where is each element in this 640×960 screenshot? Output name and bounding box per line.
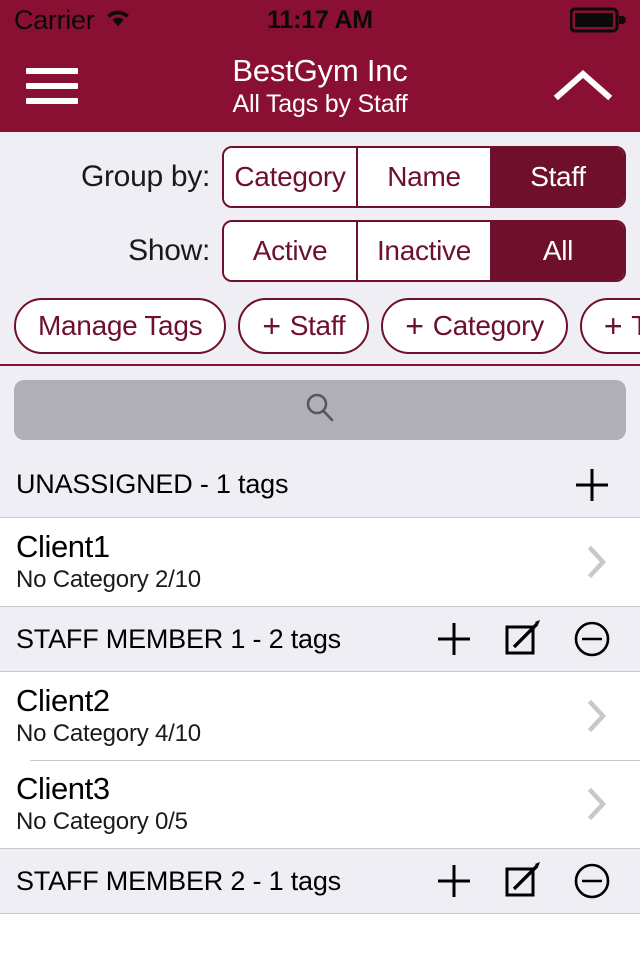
segment-group-by-name[interactable]: Name xyxy=(356,148,490,206)
hamburger-bar xyxy=(26,68,78,74)
segment-show-active[interactable]: Active xyxy=(224,222,356,280)
show-row: Show: Active Inactive All xyxy=(0,214,640,288)
row-subtitle: No Category 2/10 xyxy=(16,566,201,594)
hamburger-bar xyxy=(26,98,78,104)
app-root: Carrier 11:17 AM BestGym Inc All Tags by… xyxy=(0,0,640,960)
row-text: Client1 No Category 2/10 xyxy=(16,529,201,594)
plus-icon: + xyxy=(603,308,623,344)
status-bar: Carrier 11:17 AM xyxy=(0,0,640,40)
action-pill-row: Manage Tags + Staff + Category + Tag xyxy=(0,288,640,364)
show-segmented-control[interactable]: Active Inactive All xyxy=(222,220,626,282)
segment-group-by-category[interactable]: Category xyxy=(224,148,356,206)
section-actions xyxy=(570,463,626,507)
segment-group-by-staff[interactable]: Staff xyxy=(490,148,624,206)
group-by-segmented-control[interactable]: Category Name Staff xyxy=(222,146,626,208)
section-header-staff-member-2: STAFF MEMBER 2 - 1 tags xyxy=(0,848,640,914)
tag-list: UNASSIGNED - 1 tags Client1 No Category … xyxy=(0,452,640,960)
chevron-right-icon xyxy=(586,784,624,824)
show-label: Show: xyxy=(128,234,210,267)
chevron-right-icon xyxy=(586,696,624,736)
table-row[interactable]: Client1 No Category 2/10 xyxy=(0,518,640,606)
add-icon[interactable] xyxy=(432,617,476,661)
add-tag-label: Tag xyxy=(631,310,640,341)
group-by-label: Group by: xyxy=(80,160,210,193)
search-icon xyxy=(301,389,339,432)
add-icon[interactable] xyxy=(432,859,476,903)
row-title: Client2 xyxy=(16,683,110,719)
section-title: UNASSIGNED - 1 tags xyxy=(16,469,289,499)
battery-full-icon xyxy=(570,7,626,33)
add-staff-button[interactable]: + Staff xyxy=(238,298,370,354)
page-subtitle: All Tags by Staff xyxy=(232,90,408,119)
add-category-button[interactable]: + Category xyxy=(381,298,568,354)
chevron-right-icon xyxy=(586,542,624,582)
hamburger-bar xyxy=(26,83,78,89)
nav-bar: BestGym Inc All Tags by Staff xyxy=(0,40,640,132)
plus-icon: + xyxy=(262,308,281,344)
section-title: STAFF MEMBER 2 - 1 tags xyxy=(16,865,341,896)
row-subtitle: No Category 4/10 xyxy=(16,720,201,748)
section-header-unassigned: UNASSIGNED - 1 tags xyxy=(0,452,640,518)
row-subtitle: No Category 0/5 xyxy=(16,808,188,836)
section-actions xyxy=(432,617,626,661)
search-input[interactable] xyxy=(14,380,626,440)
add-tag-button[interactable]: + Tag xyxy=(579,298,640,354)
edit-icon[interactable] xyxy=(502,618,544,660)
section-header-staff-member-1: STAFF MEMBER 1 - 2 tags xyxy=(0,606,640,672)
manage-tags-button[interactable]: Manage Tags xyxy=(14,298,227,354)
row-text: Client3 No Category 0/5 xyxy=(16,771,188,836)
edit-icon[interactable] xyxy=(502,860,544,902)
segment-show-inactive[interactable]: Inactive xyxy=(356,222,490,280)
add-category-label: Category xyxy=(432,310,545,341)
hamburger-menu-icon[interactable] xyxy=(26,68,78,104)
segment-show-all[interactable]: All xyxy=(490,222,624,280)
add-icon[interactable] xyxy=(570,463,614,507)
row-title: Client1 xyxy=(16,529,110,565)
group-by-row: Group by: Category Name Staff xyxy=(0,140,640,214)
row-title: Client3 xyxy=(16,771,110,807)
page-title: BestGym Inc xyxy=(232,52,408,88)
row-text: Client2 No Category 4/10 xyxy=(16,683,201,748)
section-actions xyxy=(432,859,626,903)
table-row[interactable]: Client2 No Category 4/10 xyxy=(0,672,640,760)
plus-icon: + xyxy=(405,308,424,344)
remove-icon[interactable] xyxy=(570,617,614,661)
search-area xyxy=(0,366,640,452)
add-staff-label: Staff xyxy=(289,310,346,341)
chevron-up-icon[interactable] xyxy=(552,66,614,106)
table-row[interactable]: Client3 No Category 0/5 xyxy=(0,760,640,848)
remove-icon[interactable] xyxy=(570,859,614,903)
nav-title-group: BestGym Inc All Tags by Staff xyxy=(0,53,640,120)
filter-toolbar: Group by: Category Name Staff Show: Acti… xyxy=(0,132,640,366)
manage-tags-label: Manage Tags xyxy=(38,310,203,341)
section-title: STAFF MEMBER 1 - 2 tags xyxy=(16,623,341,654)
clock-label: 11:17 AM xyxy=(267,5,373,34)
